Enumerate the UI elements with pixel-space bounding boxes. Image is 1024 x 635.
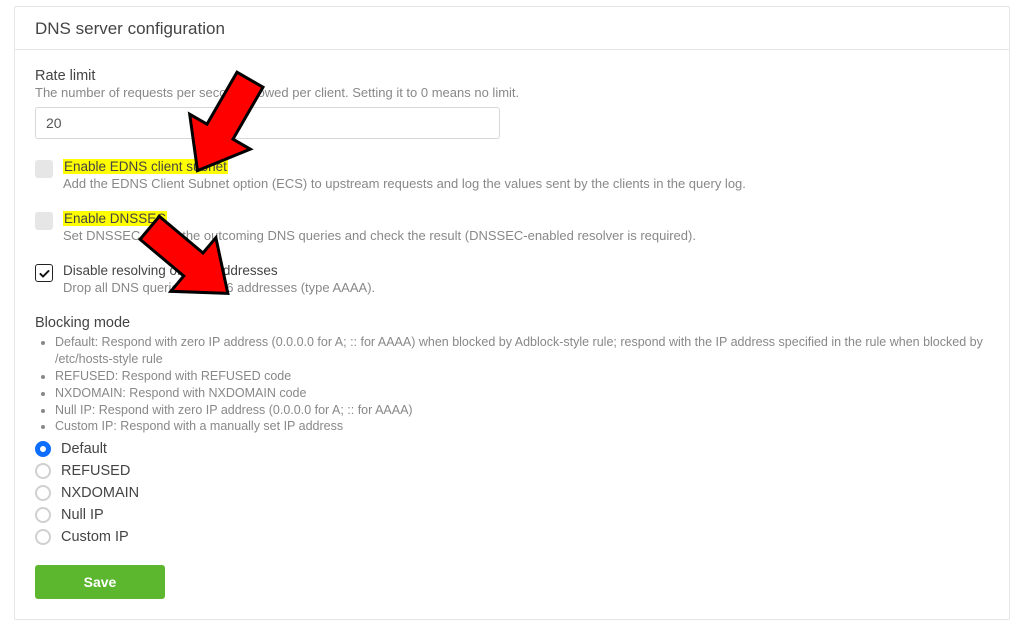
radio-customip-row[interactable]: Custom IP [35, 529, 989, 545]
checkbox-edns-desc: Add the EDNS Client Subnet option (ECS) … [63, 176, 746, 191]
checkbox-ipv6-row[interactable]: Disable resolving of IPv6 addresses Drop… [35, 263, 989, 295]
checkbox-edns[interactable] [35, 160, 53, 178]
radio-refused-label: REFUSED [61, 463, 130, 479]
checkbox-dnssec-row[interactable]: Enable DNSSEC Set DNSSEC flag in the out… [35, 211, 989, 243]
radio-nxdomain[interactable] [35, 485, 51, 501]
radio-nxdomain-row[interactable]: NXDOMAIN [35, 485, 989, 501]
blocking-bullet: Null IP: Respond with zero IP address (0… [55, 402, 989, 419]
checkbox-dnssec[interactable] [35, 212, 53, 230]
checkbox-edns-label: Enable EDNS client subnet [63, 159, 228, 174]
radio-default-label: Default [61, 441, 107, 457]
settings-card: DNS server configuration Rate limit The … [14, 6, 1010, 620]
card-title: DNS server configuration [15, 7, 1009, 50]
checkbox-ipv6[interactable] [35, 264, 53, 282]
radio-customip-label: Custom IP [61, 529, 129, 545]
blocking-mode-radios: Default REFUSED NXDOMAIN Null IP Custom … [35, 441, 989, 545]
radio-nullip[interactable] [35, 507, 51, 523]
radio-customip[interactable] [35, 529, 51, 545]
blocking-mode-bullets: Default: Respond with zero IP address (0… [35, 334, 989, 435]
radio-nxdomain-label: NXDOMAIN [61, 485, 139, 501]
radio-refused-row[interactable]: REFUSED [35, 463, 989, 479]
radio-refused[interactable] [35, 463, 51, 479]
save-button[interactable]: Save [35, 565, 165, 599]
blocking-bullet: NXDOMAIN: Respond with NXDOMAIN code [55, 385, 989, 402]
blocking-mode-header: Blocking mode [35, 315, 989, 331]
blocking-bullet: Custom IP: Respond with a manually set I… [55, 418, 989, 435]
checkbox-dnssec-label: Enable DNSSEC [63, 211, 167, 226]
blocking-bullet: REFUSED: Respond with REFUSED code [55, 368, 989, 385]
rate-limit-label: Rate limit [35, 68, 989, 84]
radio-nullip-row[interactable]: Null IP [35, 507, 989, 523]
rate-limit-help: The number of requests per second allowe… [35, 85, 989, 100]
checkbox-dnssec-desc: Set DNSSEC flag in the outcoming DNS que… [63, 228, 696, 243]
card-body: Rate limit The number of requests per se… [15, 50, 1009, 619]
radio-nullip-label: Null IP [61, 507, 104, 523]
radio-default-row[interactable]: Default [35, 441, 989, 457]
rate-limit-input[interactable] [35, 107, 500, 139]
blocking-bullet: Default: Respond with zero IP address (0… [55, 334, 989, 368]
checkmark-icon [38, 267, 51, 280]
radio-default[interactable] [35, 441, 51, 457]
checkbox-edns-row[interactable]: Enable EDNS client subnet Add the EDNS C… [35, 159, 989, 191]
checkbox-ipv6-label: Disable resolving of IPv6 addresses [63, 263, 375, 278]
checkbox-ipv6-desc: Drop all DNS queries for IPv6 addresses … [63, 280, 375, 295]
